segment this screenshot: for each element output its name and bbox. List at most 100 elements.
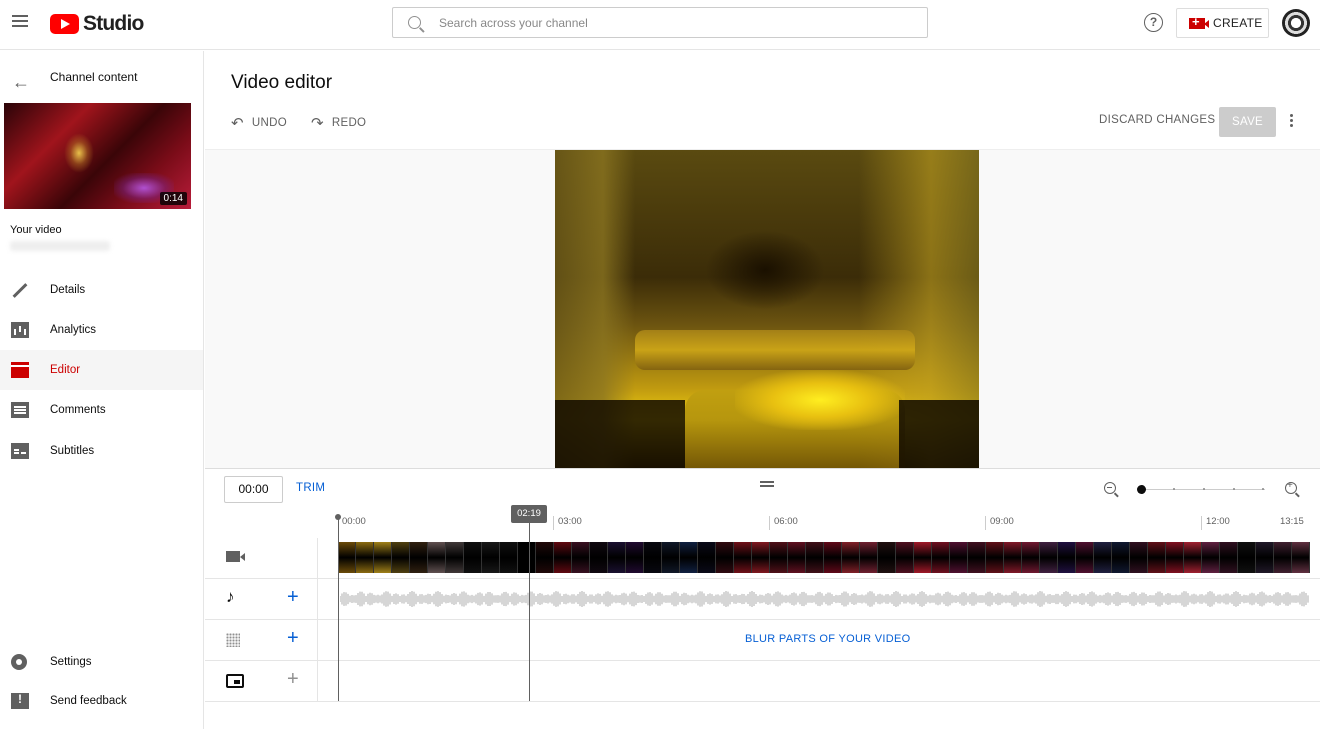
back-arrow-icon[interactable]: ← bbox=[12, 72, 30, 93]
film-frame bbox=[1292, 542, 1310, 573]
film-frame bbox=[824, 542, 842, 573]
film-frame bbox=[1274, 542, 1292, 573]
youtube-logo-icon bbox=[50, 14, 79, 34]
pencil-icon bbox=[11, 282, 29, 298]
channel-content-link[interactable]: Channel content bbox=[50, 70, 137, 84]
sidebar-item-label: Send feedback bbox=[50, 695, 127, 707]
film-frame bbox=[1166, 542, 1184, 573]
sidebar-item-comments[interactable]: Comments bbox=[0, 390, 203, 430]
editor-icon bbox=[11, 362, 29, 378]
sidebar-item-subtitles[interactable]: Subtitles bbox=[0, 431, 203, 471]
zoom-out-icon[interactable] bbox=[1104, 482, 1116, 494]
add-audio-button[interactable]: + bbox=[287, 587, 299, 607]
film-frame bbox=[446, 542, 464, 573]
gear-icon bbox=[11, 654, 27, 670]
end-screen-icon bbox=[226, 674, 244, 688]
film-frame bbox=[734, 542, 752, 573]
film-frame bbox=[806, 542, 824, 573]
film-frame bbox=[608, 542, 626, 573]
music-note-icon: ♪ bbox=[226, 587, 235, 606]
sidebar: ← Channel content 0:14 Your video Detail… bbox=[0, 51, 204, 729]
sidebar-item-send-feedback[interactable]: Send feedback bbox=[0, 681, 203, 721]
sidebar-item-editor[interactable]: Editor bbox=[0, 350, 203, 390]
audio-waveform[interactable] bbox=[340, 589, 1310, 609]
current-time-input[interactable]: 00:00 bbox=[224, 476, 283, 503]
blur-icon bbox=[226, 633, 240, 647]
ruler-tick: 03:00 bbox=[553, 516, 582, 530]
sidebar-item-label: Details bbox=[50, 284, 86, 296]
film-frame bbox=[1238, 542, 1256, 573]
preview-area bbox=[205, 149, 1320, 468]
ruler-tick: 12:00 bbox=[1201, 516, 1230, 530]
timeline-ruler[interactable]: 00:00 03:00 06:00 09:00 12:00 13:15 02:1… bbox=[205, 505, 1320, 540]
film-frame bbox=[518, 542, 536, 573]
youtube-studio-logo[interactable]: Studio bbox=[50, 12, 144, 36]
sidebar-item-label: Subtitles bbox=[50, 445, 95, 457]
film-frame bbox=[896, 542, 914, 573]
undo-label: UNDO bbox=[251, 117, 287, 129]
create-video-icon bbox=[1189, 14, 1209, 29]
film-frame bbox=[716, 542, 734, 573]
film-frame bbox=[1130, 542, 1148, 573]
save-button[interactable]: SAVE bbox=[1219, 107, 1276, 137]
create-button[interactable]: CREATE bbox=[1176, 8, 1269, 38]
film-frame bbox=[698, 542, 716, 573]
film-frame bbox=[914, 542, 932, 573]
film-frame bbox=[842, 542, 860, 573]
film-frame bbox=[356, 542, 374, 573]
audio-track: ♪ + bbox=[205, 579, 1320, 620]
video-camera-icon bbox=[226, 551, 245, 562]
film-frame bbox=[554, 542, 572, 573]
sidebar-item-details[interactable]: Details bbox=[0, 270, 203, 310]
brand-name: Studio bbox=[83, 12, 144, 35]
help-icon[interactable]: ? bbox=[1144, 13, 1163, 32]
avatar[interactable] bbox=[1282, 9, 1310, 37]
film-frame bbox=[1040, 542, 1058, 573]
timeline-toolbar: 00:00 TRIM bbox=[205, 468, 1320, 510]
video-preview[interactable] bbox=[555, 150, 979, 468]
video-duration-badge: 0:14 bbox=[159, 192, 187, 205]
redo-icon: ↷ bbox=[311, 115, 324, 132]
sidebar-item-label: Editor bbox=[50, 364, 81, 376]
sidebar-item-label: Settings bbox=[50, 656, 92, 668]
film-frame bbox=[1022, 542, 1040, 573]
video-title-blurred bbox=[10, 241, 110, 251]
create-label: CREATE bbox=[1213, 16, 1263, 30]
resize-handle-icon[interactable] bbox=[760, 481, 774, 489]
blur-parts-link[interactable]: BLUR PARTS OF YOUR VIDEO bbox=[745, 633, 911, 645]
film-frame bbox=[878, 542, 896, 573]
sidebar-item-analytics[interactable]: Analytics bbox=[0, 310, 203, 350]
film-frame bbox=[680, 542, 698, 573]
film-frame bbox=[644, 542, 662, 573]
feedback-icon bbox=[11, 692, 29, 709]
top-bar: Studio ? CREATE bbox=[0, 0, 1320, 50]
film-frame bbox=[1112, 542, 1130, 573]
film-frame bbox=[482, 542, 500, 573]
film-frame bbox=[536, 542, 554, 573]
search-input[interactable] bbox=[439, 15, 879, 30]
zoom-tick bbox=[1262, 488, 1264, 490]
film-frame bbox=[1220, 542, 1238, 573]
film-frame bbox=[500, 542, 518, 573]
undo-button[interactable]: ↶ UNDO bbox=[231, 114, 287, 132]
sidebar-item-label: Comments bbox=[50, 404, 106, 416]
zoom-in-icon[interactable] bbox=[1285, 480, 1297, 494]
zoom-tick bbox=[1233, 488, 1235, 490]
playhead-line[interactable] bbox=[529, 520, 530, 701]
sidebar-item-settings[interactable]: Settings bbox=[0, 642, 203, 682]
more-options-icon[interactable] bbox=[1290, 114, 1294, 129]
redo-button[interactable]: ↷ REDO bbox=[311, 114, 366, 132]
video-filmstrip[interactable] bbox=[338, 542, 1310, 573]
add-end-screen-button[interactable]: + bbox=[287, 669, 299, 689]
film-frame bbox=[788, 542, 806, 573]
trim-button[interactable]: TRIM bbox=[296, 482, 325, 494]
video-thumbnail[interactable]: 0:14 bbox=[4, 103, 191, 209]
menu-icon[interactable] bbox=[12, 15, 28, 29]
add-blur-button[interactable]: + bbox=[287, 628, 299, 648]
discard-changes-button[interactable]: DISCARD CHANGES bbox=[1099, 114, 1215, 126]
film-frame bbox=[428, 542, 446, 573]
zoom-slider-knob[interactable] bbox=[1137, 485, 1146, 494]
search-bar[interactable] bbox=[392, 7, 928, 38]
ruler-tick: 00:00 bbox=[342, 516, 366, 527]
film-frame bbox=[410, 542, 428, 573]
